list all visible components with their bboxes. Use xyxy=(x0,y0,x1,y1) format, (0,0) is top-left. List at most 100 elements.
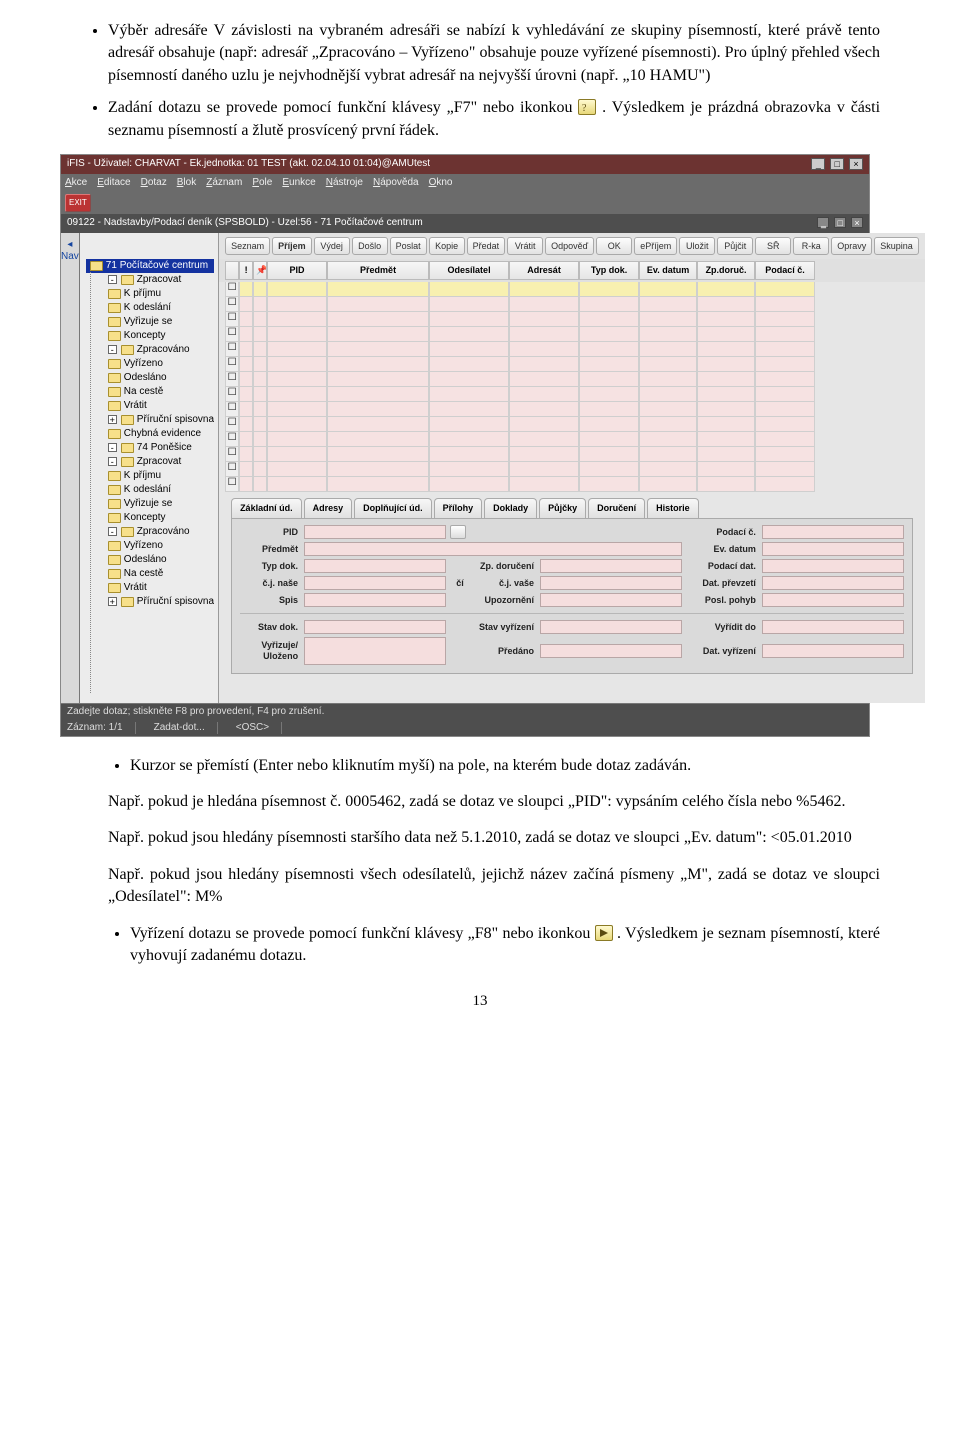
cell[interactable]: ☐ xyxy=(225,297,239,312)
cell[interactable] xyxy=(239,297,253,312)
tree-item[interactable]: Chybná evidence xyxy=(86,427,214,441)
cell[interactable] xyxy=(253,372,267,387)
cell[interactable]: ☐ xyxy=(225,342,239,357)
cell[interactable] xyxy=(429,447,509,462)
cell[interactable] xyxy=(509,372,579,387)
seg-výdej[interactable]: Výdej xyxy=(314,237,350,256)
folder-tree[interactable]: 71 Počítačové centrum-ZpracovatK příjmuK… xyxy=(80,233,219,703)
cell[interactable] xyxy=(253,282,267,297)
cell[interactable] xyxy=(509,477,579,492)
cell[interactable] xyxy=(267,462,327,477)
cell[interactable] xyxy=(755,342,815,357)
detail-tab[interactable]: Doručení xyxy=(588,498,645,518)
table-row[interactable]: ☐ xyxy=(225,417,919,432)
cell[interactable]: ☐ xyxy=(225,402,239,417)
seg-kopie[interactable]: Kopie xyxy=(429,237,465,256)
tree-item[interactable]: Vyřizuje se xyxy=(86,315,214,329)
table-row[interactable]: ☐ xyxy=(225,477,919,492)
tree-item[interactable]: -Zpracováno xyxy=(86,343,214,357)
main-menubar[interactable]: Akce Editace Dotaz Blok Záznam Pole Eunk… xyxy=(61,174,869,192)
cell[interactable] xyxy=(639,282,697,297)
cell[interactable] xyxy=(579,357,639,372)
seg-vrátit[interactable]: Vrátit xyxy=(507,237,543,256)
cell[interactable] xyxy=(579,327,639,342)
fld-cj-vase[interactable] xyxy=(540,576,682,590)
seg-skupina[interactable]: Skupina xyxy=(874,237,919,256)
cell[interactable] xyxy=(239,312,253,327)
tree-item[interactable]: -74 Poněšice xyxy=(86,441,214,455)
tree-item[interactable]: 71 Počítačové centrum xyxy=(86,259,214,273)
table-row[interactable]: ☐ xyxy=(225,312,919,327)
cell[interactable] xyxy=(267,447,327,462)
table-row[interactable]: ☐ xyxy=(225,447,919,462)
cell[interactable] xyxy=(239,477,253,492)
cell[interactable] xyxy=(509,342,579,357)
cell[interactable] xyxy=(697,312,755,327)
seg-sř[interactable]: SŘ xyxy=(755,237,791,256)
cell[interactable] xyxy=(327,462,429,477)
cell[interactable] xyxy=(579,312,639,327)
cell[interactable] xyxy=(509,402,579,417)
tree-item[interactable]: +Příruční spisovna xyxy=(86,413,214,427)
cell[interactable] xyxy=(239,432,253,447)
cell[interactable] xyxy=(429,387,509,402)
cell[interactable]: ☐ xyxy=(225,462,239,477)
expand-icon[interactable]: - xyxy=(108,443,117,452)
table-row[interactable]: ☐ xyxy=(225,462,919,477)
detail-tab[interactable]: Adresy xyxy=(304,498,353,518)
cell[interactable] xyxy=(755,372,815,387)
cell[interactable] xyxy=(429,327,509,342)
cell[interactable] xyxy=(697,387,755,402)
table-row[interactable]: ☐ xyxy=(225,357,919,372)
cell[interactable] xyxy=(327,387,429,402)
cell[interactable] xyxy=(267,402,327,417)
cell[interactable] xyxy=(639,462,697,477)
menu-nastroje[interactable]: Nástroje xyxy=(326,177,363,189)
cell[interactable] xyxy=(267,327,327,342)
cell[interactable] xyxy=(239,342,253,357)
cell[interactable] xyxy=(755,462,815,477)
cell[interactable] xyxy=(697,372,755,387)
cell[interactable] xyxy=(327,447,429,462)
cell[interactable] xyxy=(239,357,253,372)
cell[interactable] xyxy=(327,312,429,327)
fld-typ[interactable] xyxy=(304,559,446,573)
cell[interactable] xyxy=(239,462,253,477)
cell[interactable] xyxy=(267,357,327,372)
cell[interactable] xyxy=(639,327,697,342)
cell[interactable]: ☐ xyxy=(225,417,239,432)
cell[interactable] xyxy=(755,447,815,462)
cell[interactable] xyxy=(327,372,429,387)
cell[interactable] xyxy=(639,357,697,372)
cell[interactable] xyxy=(697,447,755,462)
cell[interactable] xyxy=(639,432,697,447)
table-row[interactable]: ☐ xyxy=(225,327,919,342)
table-row[interactable]: ☐ xyxy=(225,342,919,357)
cell[interactable] xyxy=(429,477,509,492)
mdi-min-icon[interactable]: ‗ xyxy=(817,217,829,228)
cell[interactable] xyxy=(253,477,267,492)
fld-stav-dok[interactable] xyxy=(304,620,446,634)
fld-dat-vyr[interactable] xyxy=(762,644,904,658)
cell[interactable] xyxy=(239,417,253,432)
cell[interactable] xyxy=(267,312,327,327)
fld-predano[interactable] xyxy=(540,644,682,658)
detail-tab[interactable]: Historie xyxy=(647,498,699,518)
tree-item[interactable]: Odesláno xyxy=(86,371,214,385)
seg-odpověď[interactable]: Odpověď xyxy=(545,237,594,256)
cell[interactable] xyxy=(253,342,267,357)
cell[interactable] xyxy=(755,402,815,417)
tree-item[interactable]: Na cestě xyxy=(86,385,214,399)
detail-tab[interactable]: Přílohy xyxy=(434,498,483,518)
seg-půjčit[interactable]: Půjčit xyxy=(717,237,753,256)
detail-tab[interactable]: Doplňující úd. xyxy=(354,498,432,518)
cell[interactable] xyxy=(755,282,815,297)
detail-tab[interactable]: Základní úd. xyxy=(231,498,302,518)
cell[interactable] xyxy=(579,282,639,297)
cell[interactable] xyxy=(579,297,639,312)
expand-icon[interactable]: - xyxy=(108,345,117,354)
cell[interactable] xyxy=(509,312,579,327)
pid-lookup-icon[interactable] xyxy=(450,525,466,539)
minimize-button[interactable]: _ xyxy=(811,158,825,170)
cell[interactable] xyxy=(639,417,697,432)
